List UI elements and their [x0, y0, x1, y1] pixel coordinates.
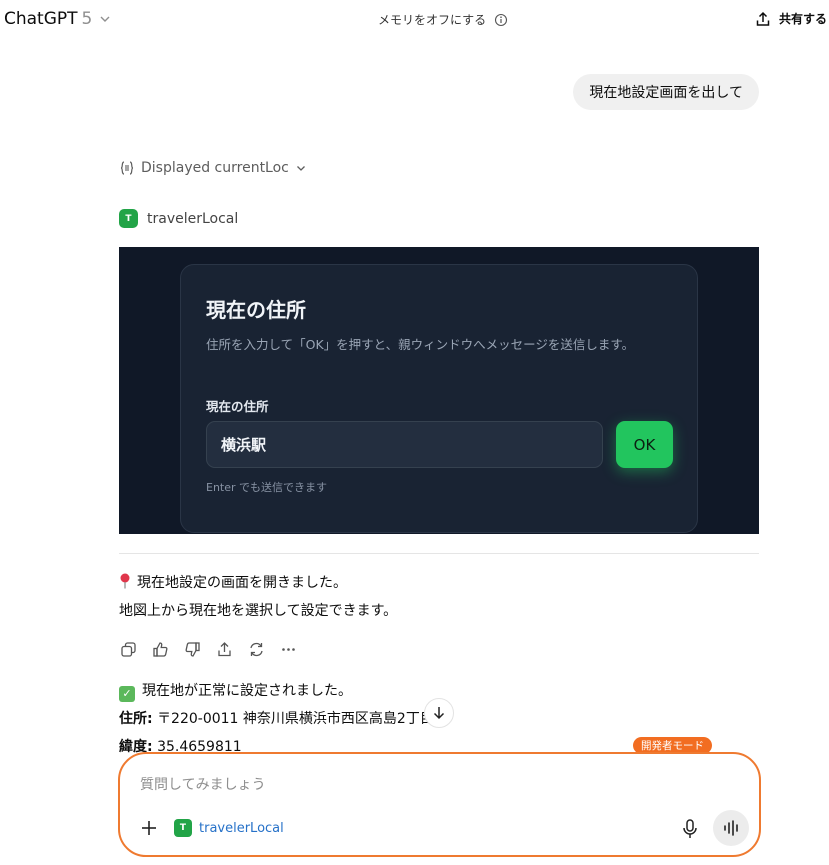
- address-label: 住所:: [119, 711, 153, 727]
- share-label: 共有する: [778, 12, 827, 26]
- pin-icon: [120, 573, 130, 589]
- chevron-down-icon: [100, 16, 110, 22]
- plus-icon[interactable]: [139, 818, 159, 838]
- share-icon: [217, 641, 231, 656]
- composer: 質問してみましょう T travelerLocal: [118, 752, 761, 857]
- more-options-button[interactable]: [279, 640, 297, 658]
- info-icon: [495, 13, 508, 26]
- thumbs-up-icon: [152, 641, 167, 657]
- model-version: 5: [81, 9, 93, 29]
- address-line: 住所: 〒220-0011 神奈川県横浜市西区高島2丁目16: [119, 708, 452, 728]
- model-switcher[interactable]: ChatGPT 5: [4, 9, 112, 29]
- refresh-icon: [249, 642, 263, 656]
- assistant-line-1-text: 現在地設定の画面を開きました。: [137, 575, 347, 591]
- confirm-text: 現在地が正常に設定されました。: [142, 683, 352, 699]
- prompt-input[interactable]: 質問してみましょう: [140, 774, 266, 794]
- user-message: 現在地設定画面を出して: [573, 74, 759, 110]
- thumbs-down-button[interactable]: [183, 640, 201, 658]
- tool-chip-label: travelerLocal: [199, 820, 284, 836]
- tool-call-label: Displayed currentLoc: [141, 160, 289, 176]
- address-card: 現在の住所 住所を入力して「OK」を押すと、親ウィンドウへメッセージを送信します…: [180, 264, 698, 533]
- assistant-line-1: 現在地設定の画面を開きました。: [119, 572, 347, 592]
- scroll-to-bottom-button[interactable]: [424, 698, 454, 728]
- regenerate-button[interactable]: [247, 640, 265, 658]
- chevron-down-icon: [296, 166, 305, 171]
- memory-label: メモリをオフにする: [378, 13, 487, 27]
- app-badge-icon: T: [119, 209, 138, 228]
- share-button[interactable]: 共有する: [755, 10, 827, 27]
- copy-icon: [120, 641, 136, 657]
- waveform-icon: [724, 820, 738, 836]
- voice-mode-button[interactable]: [713, 810, 749, 846]
- embedded-widget: 現在の住所 住所を入力して「OK」を押すと、親ウィンドウへメッセージを送信します…: [119, 247, 759, 534]
- card-title: 現在の住所: [206, 298, 306, 322]
- app-badge-icon: T: [174, 819, 192, 837]
- check-mark-icon: ✓: [119, 686, 135, 702]
- address-field-label: 現在の住所: [206, 399, 269, 414]
- address-input[interactable]: 横浜駅: [206, 421, 603, 468]
- tool-call-toggle[interactable]: Displayed currentLoc: [119, 160, 307, 176]
- enter-hint: Enter でも送信できます: [206, 481, 328, 494]
- top-bar: ChatGPT 5 メモリをオフにする 共有する: [0, 0, 829, 42]
- thumbs-down-icon: [185, 641, 200, 657]
- confirm-line: ✓ 現在地が正常に設定されました。: [119, 680, 352, 702]
- active-tool-chip[interactable]: T travelerLocal: [174, 819, 284, 837]
- address-value: 〒220-0011 神奈川県横浜市西区高島2丁目16: [157, 711, 452, 727]
- more-dots-icon: [281, 647, 295, 651]
- share-message-button[interactable]: [215, 640, 233, 658]
- ok-button[interactable]: OK: [616, 421, 673, 468]
- app-name: travelerLocal: [147, 210, 239, 227]
- divider: [119, 553, 759, 554]
- app-attribution: T travelerLocal: [119, 209, 238, 228]
- thumbs-up-button[interactable]: [151, 640, 169, 658]
- tool-braces-icon: [120, 161, 134, 175]
- card-description: 住所を入力して「OK」を押すと、親ウィンドウへメッセージを送信します。: [206, 337, 635, 352]
- memory-off-button[interactable]: メモリをオフにする: [378, 11, 508, 28]
- message-actions: [119, 640, 297, 658]
- copy-button[interactable]: [119, 640, 137, 658]
- share-icon: [756, 11, 770, 26]
- model-name: ChatGPT: [4, 9, 78, 29]
- assistant-line-2: 地図上から現在地を選択して設定できます。: [119, 603, 398, 619]
- arrow-down-icon: [433, 707, 445, 720]
- microphone-icon[interactable]: [680, 818, 700, 840]
